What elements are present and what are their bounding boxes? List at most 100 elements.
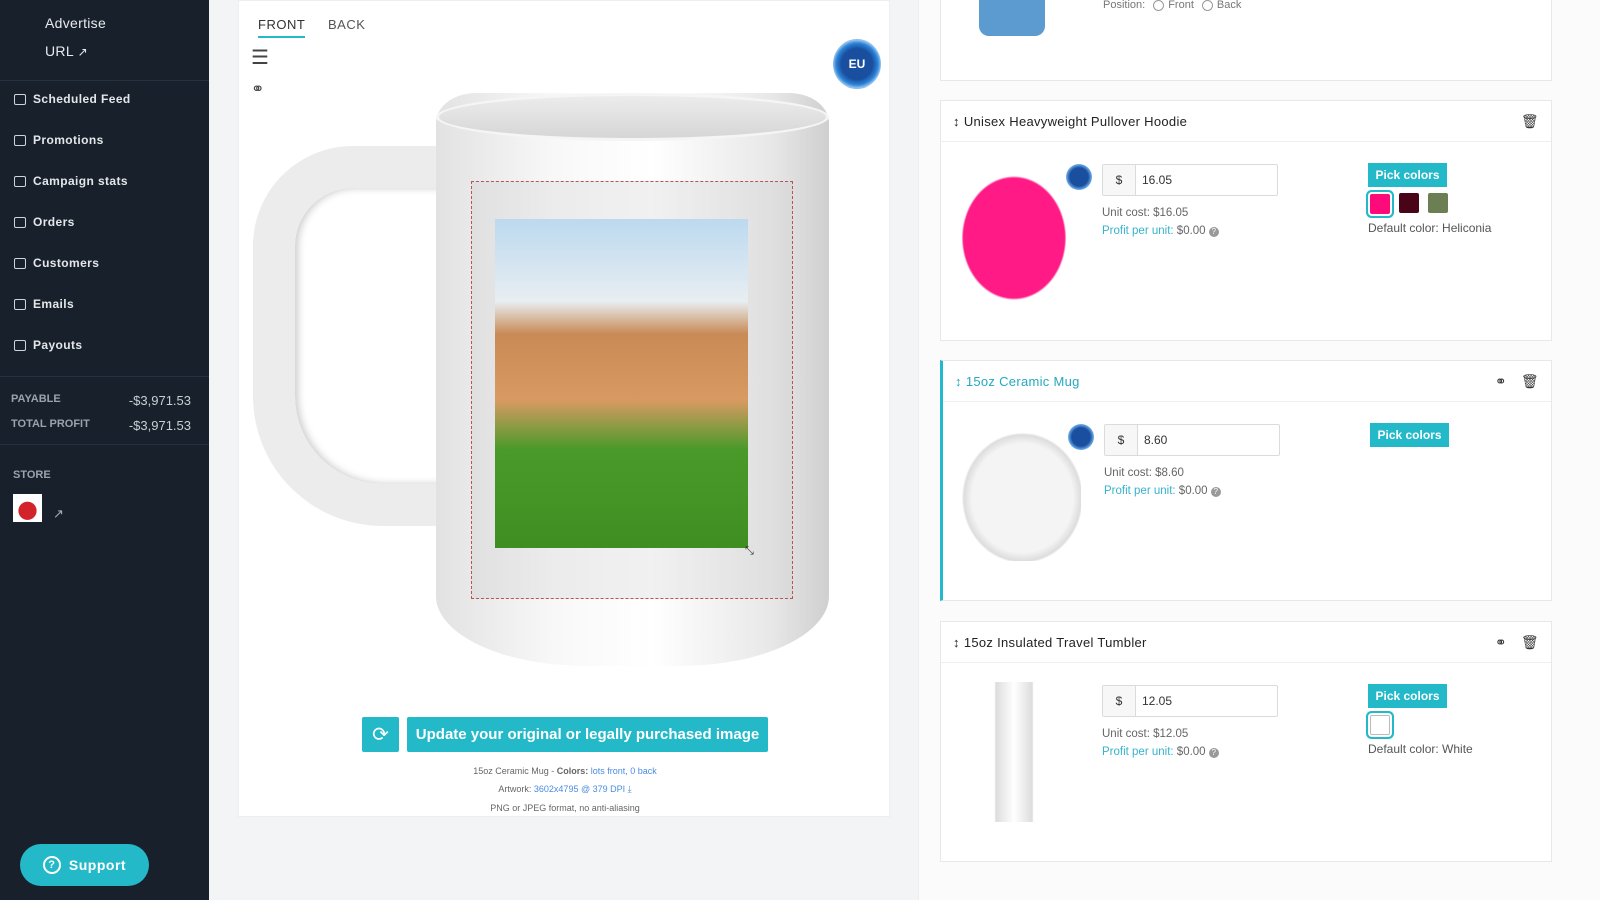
sidebar-item-payouts[interactable]: Payouts xyxy=(14,338,82,352)
price-input-group: $8.60 xyxy=(1104,424,1280,456)
sidebar-item-label: Promotions xyxy=(33,133,104,147)
radio-back[interactable]: Back xyxy=(1201,0,1241,11)
profit-per-unit: Profit per unit: $0.00 ? xyxy=(1102,225,1219,237)
link-icon[interactable]: ⚭ xyxy=(251,79,264,99)
profit-per-unit: Profit per unit: $0.00 ? xyxy=(1102,746,1219,758)
support-button[interactable]: ? Support xyxy=(20,844,149,886)
sidebar-item-label: Emails xyxy=(33,297,75,311)
drag-handle-icon[interactable]: ↕ xyxy=(953,114,960,129)
artwork-label: Artwork: xyxy=(498,784,532,794)
product-card-tshirt: Position: Front Back xyxy=(940,0,1552,81)
sidebar-subitem-advertise[interactable]: Advertise xyxy=(45,15,106,31)
mug-handle xyxy=(253,146,453,526)
help-icon[interactable]: ? xyxy=(1208,748,1219,758)
sidebar-item-campaign-stats[interactable]: Campaign stats xyxy=(14,174,128,188)
trash-icon[interactable]: 🗑 xyxy=(1521,373,1539,390)
pick-colors-button[interactable]: Pick colors xyxy=(1368,163,1447,187)
total-profit-stat: TOTAL PROFIT -$3,971.53 xyxy=(11,418,191,433)
update-image-button[interactable]: Update your original or legally purchase… xyxy=(407,717,768,752)
product-name: Unisex Heavyweight Pullover Hoodie xyxy=(963,113,1188,129)
payable-label: PAYABLE xyxy=(11,393,61,405)
caption-product: 15oz Ceramic Mug xyxy=(473,766,549,776)
sidebar-item-label: Campaign stats xyxy=(33,174,128,188)
profit-label: Profit per unit: xyxy=(1102,746,1174,758)
artwork-image[interactable] xyxy=(495,219,748,548)
store-logo[interactable] xyxy=(13,494,42,522)
currency-prefix: $ xyxy=(1105,425,1138,455)
design-editor: FRONT BACK ☰ ⚭ EU ⤡ ⟳ Update your origin… xyxy=(238,0,890,817)
divider xyxy=(0,80,209,81)
sidebar-item-label: Orders xyxy=(33,215,75,229)
product-caption: 15oz Ceramic Mug - Colors: lots front, 0… xyxy=(473,766,657,776)
product-name: 15oz Ceramic Mug xyxy=(965,373,1080,389)
divider xyxy=(0,444,209,445)
external-link-icon: ↗ xyxy=(77,45,88,59)
mug-rim xyxy=(436,93,829,141)
radio-front[interactable]: Front xyxy=(1153,0,1194,11)
envelope-icon xyxy=(14,298,26,310)
product-card-header: ↕ Unisex Heavyweight Pullover Hoodie 🗑 xyxy=(941,101,1551,142)
pick-colors-button[interactable]: Pick colors xyxy=(1370,423,1449,447)
sidebar-item-scheduled-feed[interactable]: Scheduled Feed xyxy=(14,92,131,106)
sidebar-item-emails[interactable]: Emails xyxy=(14,297,74,311)
color-swatch[interactable] xyxy=(1428,193,1448,213)
support-label: Support xyxy=(68,857,127,873)
drag-handle-icon[interactable]: ↕ xyxy=(955,374,962,389)
url-label: URL xyxy=(45,43,74,59)
price-input[interactable]: 16.05 xyxy=(1136,165,1172,195)
external-link-icon[interactable]: ↗ xyxy=(53,506,64,522)
tab-back[interactable]: BACK xyxy=(328,17,365,36)
drag-handle-icon[interactable]: ↕ xyxy=(953,635,960,650)
store-label: STORE xyxy=(13,469,51,481)
color-swatch[interactable] xyxy=(1370,194,1390,214)
sidebar-item-label: Payouts xyxy=(33,338,83,352)
radio-front-label: Front xyxy=(1168,0,1194,11)
divider xyxy=(0,376,209,377)
link-icon[interactable]: ⚭ xyxy=(1495,373,1507,390)
refresh-icon: ⟳ xyxy=(372,724,389,746)
product-card: ↕ Unisex Heavyweight Pullover Hoodie 🗑 $1… xyxy=(940,100,1552,341)
help-icon: ? xyxy=(42,856,61,874)
trash-icon[interactable]: 🗑 xyxy=(1521,113,1539,130)
align-center-icon[interactable]: ☰ xyxy=(251,45,269,70)
sidebar-item-customers[interactable]: Customers xyxy=(14,256,99,270)
sidebar-item-label: Scheduled Feed xyxy=(33,92,131,106)
help-icon[interactable]: ? xyxy=(1208,227,1219,237)
product-name: 15oz Insulated Travel Tumbler xyxy=(963,634,1147,650)
price-input[interactable]: 12.05 xyxy=(1136,686,1172,716)
download-icon[interactable]: ⤓ xyxy=(628,784,632,794)
eu-badge xyxy=(1066,164,1092,190)
default-color: Default color: Heliconia xyxy=(1368,221,1492,235)
price-input-group: $12.05 xyxy=(1102,685,1278,717)
colors-link[interactable]: lots front, 0 back xyxy=(591,766,657,776)
product-card: ↕ 15oz Insulated Travel Tumbler ⚭ 🗑 $12.05… xyxy=(940,621,1552,862)
product-list: Position: Front Back ↕ Unisex Heavyweight… xyxy=(918,0,1600,900)
price-input-group: $16.05 xyxy=(1102,164,1278,196)
total-profit-label: TOTAL PROFIT xyxy=(11,418,90,430)
trash-icon[interactable]: 🗑 xyxy=(1521,634,1539,651)
product-card-header: ↕ 15oz Insulated Travel Tumbler ⚭ 🗑 xyxy=(941,622,1551,663)
link-icon[interactable]: ⚭ xyxy=(1495,634,1507,651)
refresh-button[interactable]: ⟳ xyxy=(362,717,399,752)
profit-value: $0.00 xyxy=(1176,225,1206,237)
sidebar-subitem-url[interactable]: URL ↗ xyxy=(45,43,88,59)
pick-colors-button[interactable]: Pick colors xyxy=(1368,684,1447,708)
product-image xyxy=(951,421,1081,561)
sidebar-item-orders[interactable]: Orders xyxy=(14,215,75,229)
resize-handle-icon[interactable]: ⤡ xyxy=(745,545,754,558)
sidebar: Advertise URL ↗ Scheduled Feed Promotions… xyxy=(0,0,209,900)
unit-cost: Unit cost: $12.05 xyxy=(1102,728,1189,740)
tab-front[interactable]: FRONT xyxy=(258,17,306,38)
profit-label: Profit per unit: xyxy=(1102,225,1174,237)
sidebar-item-promotions[interactable]: Promotions xyxy=(14,133,104,147)
artwork-download-link[interactable]: 3602x4795 @ 379 DPI xyxy=(534,784,625,794)
unit-cost: Unit cost: $8.60 xyxy=(1104,467,1184,479)
price-input[interactable]: 8.60 xyxy=(1138,425,1167,455)
total-profit-value: -$3,971.53 xyxy=(128,418,191,433)
help-icon[interactable]: ? xyxy=(1210,487,1221,497)
position-label: Position: xyxy=(1103,0,1146,11)
product-image xyxy=(949,161,1079,301)
color-swatch[interactable] xyxy=(1370,715,1390,735)
color-swatch[interactable] xyxy=(1399,193,1419,213)
payable-stat: PAYABLE -$3,971.53 xyxy=(11,393,191,408)
